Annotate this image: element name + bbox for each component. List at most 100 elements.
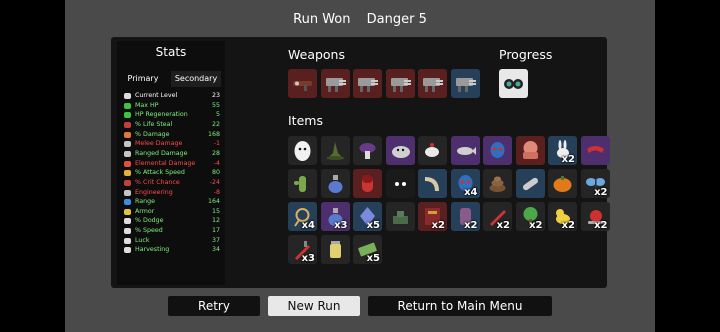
stat-row: Range 164 [124, 197, 220, 207]
item-slot[interactable]: x3 [288, 235, 317, 264]
binoculars-icon [504, 79, 523, 89]
stat-value: 55 [211, 101, 220, 109]
danger-level-label: Danger 5 [366, 12, 427, 27]
alien-icon [490, 142, 505, 158]
weapon-slot[interactable] [353, 69, 382, 98]
run-header: Run Won Danger 5 [65, 12, 655, 27]
item-slot[interactable]: x3 [320, 202, 350, 231]
item-slot[interactable] [483, 136, 512, 165]
minigun-icon [325, 78, 346, 92]
eyes-icon [394, 182, 406, 186]
item-slot[interactable] [548, 169, 577, 198]
retry-button[interactable]: Retry [168, 296, 260, 316]
item-slot[interactable] [353, 136, 382, 165]
item-slot[interactable]: x2 [580, 202, 610, 231]
stat-value: 17 [211, 227, 220, 235]
stat-label: Engineering [135, 188, 173, 196]
stat-label: Range [135, 198, 155, 206]
weapon-slot[interactable] [288, 69, 317, 98]
stat-label: HP Regeneration [135, 111, 188, 119]
item-quantity: x5 [366, 220, 380, 231]
item-slot[interactable] [320, 235, 350, 264]
new-run-button[interactable]: New Run [268, 296, 360, 316]
item-slot[interactable]: x2 [548, 202, 577, 231]
stat-label: % Speed [135, 227, 163, 235]
tab-secondary[interactable]: Secondary [171, 71, 221, 87]
tab-primary[interactable]: Primary [121, 71, 165, 87]
item-slot[interactable]: x2 [580, 169, 610, 198]
item-slot[interactable] [515, 136, 545, 165]
stat-value: 5 [215, 111, 220, 119]
stat-row: % Dodge 12 [124, 216, 220, 226]
item-slot[interactable]: x5 [353, 235, 382, 264]
stat-label: Max HP [135, 101, 159, 109]
weapon-slot[interactable] [418, 69, 447, 98]
stat-value: 164 [207, 198, 220, 206]
item-slot[interactable] [385, 136, 415, 165]
stat-row: Current Level 23 [124, 91, 220, 101]
stat-row: Ranged Damage 28 [124, 149, 220, 159]
minigun-icon [455, 78, 476, 92]
item-slot[interactable]: x2 [450, 202, 480, 231]
item-slot[interactable]: x2 [548, 136, 577, 165]
game-viewport: Run Won Danger 5 Stats Primary Secondary… [0, 0, 720, 332]
capsule-icon [362, 175, 373, 192]
item-slot[interactable] [580, 136, 610, 165]
stat-row: % Damage 168 [124, 130, 220, 140]
stat-value: 168 [207, 130, 220, 138]
melee-icon [124, 141, 131, 148]
stat-label: Harvesting [135, 246, 170, 254]
scarf-icon [586, 146, 604, 153]
head-icon [124, 93, 131, 99]
item-slot[interactable]: x5 [353, 202, 382, 231]
item-quantity: x2 [561, 220, 575, 231]
stat-row: % Attack Speed 80 [124, 168, 220, 178]
octopus-icon [522, 141, 538, 159]
progress-slot[interactable] [499, 69, 528, 98]
item-slot[interactable] [288, 169, 317, 198]
item-quantity: x3 [334, 220, 348, 231]
item-slot[interactable] [320, 136, 350, 165]
stat-value: 80 [211, 169, 220, 177]
item-quantity: x2 [464, 220, 478, 231]
mushroom-icon [359, 143, 376, 159]
item-slot[interactable]: x4 [288, 202, 317, 231]
harvest-icon [124, 247, 131, 254]
damage-icon [124, 131, 131, 138]
weapon-slot[interactable] [450, 69, 480, 98]
run-summary-screen: Run Won Danger 5 Stats Primary Secondary… [65, 0, 655, 332]
item-slot[interactable]: x2 [515, 202, 545, 231]
stat-label: % Damage [135, 130, 170, 138]
item-slot[interactable]: x2 [483, 202, 512, 231]
item-slot[interactable] [320, 169, 350, 198]
item-slot[interactable]: x2 [418, 202, 447, 231]
item-quantity: x2 [431, 220, 445, 231]
weapon-slot[interactable] [385, 69, 415, 98]
item-slot[interactable] [385, 202, 415, 231]
speed-icon [124, 228, 131, 235]
stat-label: Armor [135, 207, 155, 215]
item-slot[interactable] [418, 136, 447, 165]
stat-row: HP Regeneration 5 [124, 110, 220, 120]
item-slot[interactable] [353, 169, 382, 198]
stat-value: 12 [211, 217, 220, 225]
item-slot[interactable] [385, 169, 415, 198]
item-slot[interactable] [450, 136, 480, 165]
heart-icon [124, 102, 131, 109]
cactus-hand-icon [294, 176, 306, 192]
item-slot[interactable] [418, 169, 447, 198]
run-result-label: Run Won [293, 12, 351, 27]
weapon-slot[interactable] [320, 69, 350, 98]
item-slot[interactable]: x4 [450, 169, 480, 198]
stat-row: Melee Damage -1 [124, 139, 220, 149]
shield-icon [124, 208, 131, 215]
stat-row: % Crit Chance -24 [124, 178, 220, 188]
item-slot[interactable] [483, 169, 512, 198]
range-icon [124, 199, 131, 206]
item-slot[interactable] [515, 169, 545, 198]
regen-icon [124, 112, 131, 119]
return-to-main-menu-button[interactable]: Return to Main Menu [368, 296, 552, 316]
item-quantity: x5 [366, 253, 380, 264]
item-slot[interactable] [288, 136, 317, 165]
stat-row: Engineering -8 [124, 188, 220, 198]
